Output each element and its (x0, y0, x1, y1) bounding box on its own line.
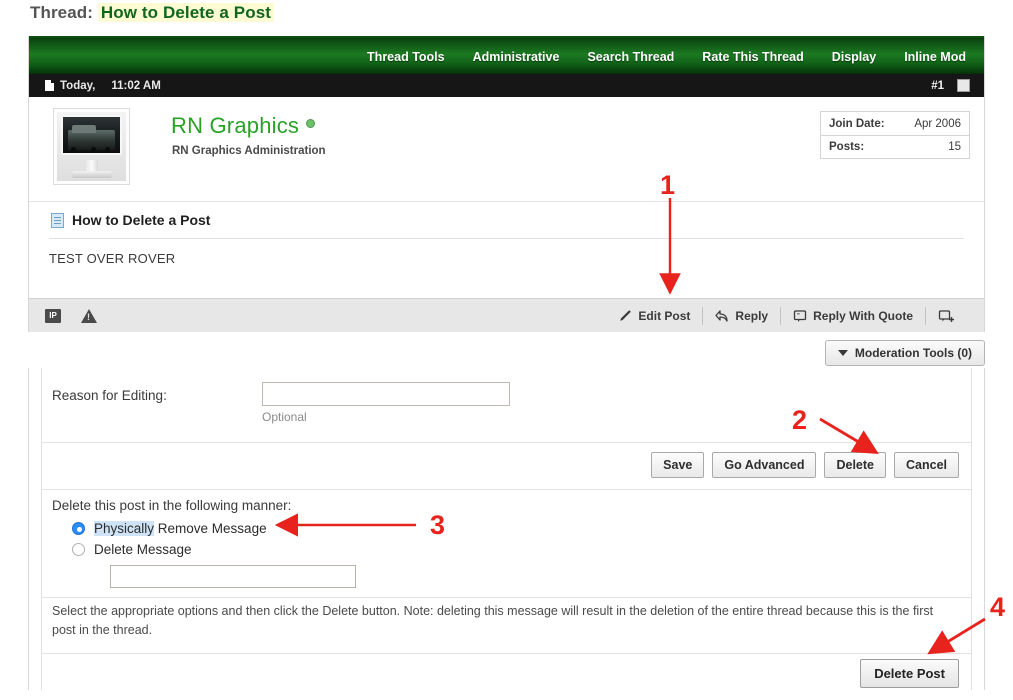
selected-word: Physically (94, 521, 154, 536)
annotation-number-1: 1 (660, 170, 675, 201)
thread-title: Thread: How to Delete a Post (30, 3, 274, 23)
nav-item-search-thread[interactable]: Search Thread (573, 50, 688, 64)
annotation-number-4: 4 (990, 592, 1005, 623)
post-date: Today, (60, 80, 95, 92)
user-title: RN Graphics Administration (172, 145, 326, 157)
avatar[interactable] (53, 108, 130, 185)
user-info-row-posts: Posts: 15 (821, 135, 969, 158)
delete-message-label: Delete Message (94, 542, 192, 557)
thread-nav-items: Thread Tools Administrative Search Threa… (353, 38, 980, 76)
post-date-bar: Today, 11:02 AM #1 (29, 74, 984, 97)
post-title-row: How to Delete a Post (29, 202, 984, 238)
edit-delete-panel: Reason for Editing: Optional Save Go Adv… (28, 368, 985, 690)
multi-quote-link[interactable] (926, 309, 974, 323)
post-select-checkbox[interactable] (957, 79, 970, 92)
delete-button[interactable]: Delete (824, 452, 886, 478)
username[interactable]: RN Graphics (171, 113, 315, 139)
edit-post-label: Edit Post (638, 309, 690, 323)
physically-remove-message-option[interactable]: Physically Remove Message (72, 521, 961, 536)
report-warning-icon[interactable] (81, 309, 97, 323)
reply-arrow-icon (715, 309, 729, 323)
reply-with-quote-label: Reply With Quote (813, 309, 913, 323)
nav-item-display[interactable]: Display (818, 50, 890, 64)
username-text: RN Graphics (171, 113, 299, 138)
post-body: TEST OVER ROVER (29, 239, 984, 266)
post-document-icon (51, 213, 64, 228)
post-action-links: Edit Post Reply " Reply With Quote (606, 307, 984, 325)
delete-options-heading: Delete this post in the following manner… (52, 498, 961, 513)
chevron-down-icon (838, 350, 848, 356)
post-title: How to Delete a Post (72, 212, 210, 228)
thread-title-label: Thread: (30, 3, 93, 22)
post-number[interactable]: #1 (931, 80, 944, 92)
post-container: Thread Tools Administrative Search Threa… (28, 36, 985, 332)
moderation-tools-button[interactable]: Moderation Tools (0) (825, 340, 985, 366)
edit-delete-panel-inner: Reason for Editing: Optional Save Go Adv… (41, 368, 972, 690)
user-info-box: Join Date: Apr 2006 Posts: 15 (820, 111, 970, 159)
posts-value: 15 (948, 141, 961, 153)
delete-note-text: Select the appropriate options and then … (52, 602, 959, 640)
save-button[interactable]: Save (651, 452, 704, 478)
document-icon (45, 80, 54, 91)
post-action-bar: IP Edit Post Reply " Reply With Quote (29, 298, 984, 332)
delete-message-radio[interactable] (72, 543, 85, 556)
posts-label: Posts: (829, 141, 864, 153)
moderation-tools-label: Moderation Tools (0) (855, 346, 972, 360)
svg-text:": " (797, 313, 800, 319)
delete-post-button-wrap: Delete Post (860, 659, 959, 688)
physically-remove-message-radio[interactable] (72, 522, 85, 535)
annotation-number-3: 3 (430, 510, 445, 541)
ip-icon[interactable]: IP (45, 309, 61, 323)
join-date-value: Apr 2006 (914, 118, 961, 130)
imac-avatar-icon (57, 112, 126, 181)
user-info-row-join-date: Join Date: Apr 2006 (821, 112, 969, 135)
reason-for-editing-input[interactable] (262, 382, 510, 406)
thread-title-value: How to Delete a Post (98, 3, 274, 22)
annotation-number-2: 2 (792, 405, 807, 436)
physically-remove-message-rest: Remove Message (154, 521, 267, 536)
reply-with-quote-link[interactable]: " Reply With Quote (781, 309, 925, 323)
nav-item-rate-this-thread[interactable]: Rate This Thread (688, 50, 817, 64)
join-date-label: Join Date: (829, 118, 885, 130)
reply-label: Reply (735, 309, 768, 323)
edit-post-link[interactable]: Edit Post (606, 309, 702, 323)
edit-form-divider (42, 489, 971, 490)
reason-for-editing-label: Reason for Editing: (52, 388, 167, 403)
post-title-divider (49, 238, 964, 239)
reason-optional-hint: Optional (262, 410, 307, 424)
reason-for-editing-block: Reason for Editing: Optional (42, 368, 971, 443)
multi-quote-plus-icon (938, 309, 956, 323)
pencil-icon (618, 309, 632, 323)
delete-reason-input[interactable] (110, 565, 356, 588)
delete-post-divider (42, 653, 971, 654)
reply-link[interactable]: Reply (703, 309, 780, 323)
note-divider (42, 597, 971, 598)
nav-item-thread-tools[interactable]: Thread Tools (353, 50, 459, 64)
edit-form-buttons: Save Go Advanced Delete Cancel (651, 452, 959, 478)
quote-bubble-icon: " (793, 309, 807, 323)
post-time: 11:02 AM (111, 80, 160, 92)
nav-item-inline-mod[interactable]: Inline Mod (890, 50, 980, 64)
go-advanced-button[interactable]: Go Advanced (712, 452, 816, 478)
online-dot-icon (306, 119, 315, 128)
post-user-strip: RN Graphics RN Graphics Administration J… (29, 97, 984, 202)
nav-item-administrative[interactable]: Administrative (459, 50, 574, 64)
thread-nav-bar: Thread Tools Administrative Search Threa… (29, 36, 984, 74)
delete-message-option[interactable]: Delete Message (72, 542, 961, 557)
delete-post-button[interactable]: Delete Post (860, 659, 959, 688)
physically-remove-message-label: Physically Remove Message (94, 521, 267, 536)
cancel-button[interactable]: Cancel (894, 452, 959, 478)
delete-options-block: Delete this post in the following manner… (52, 498, 961, 588)
